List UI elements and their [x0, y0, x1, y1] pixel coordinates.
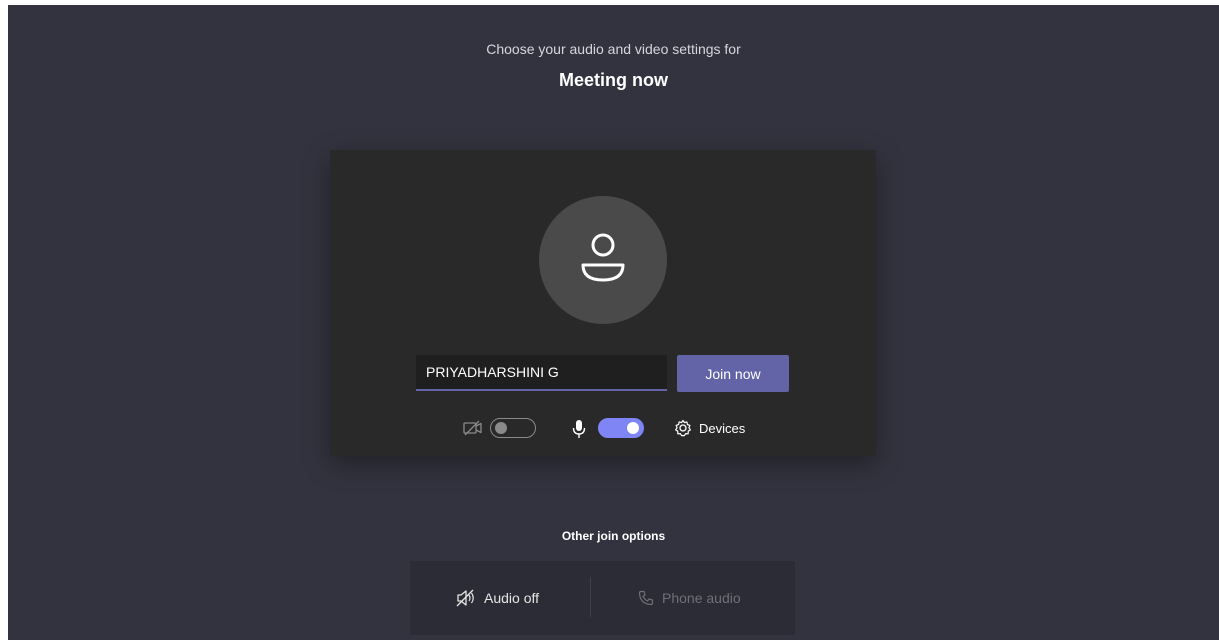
name-input[interactable]: [416, 355, 667, 391]
device-controls: Devices: [330, 416, 876, 442]
other-join-options-label: Other join options: [561, 529, 666, 543]
camera-toggle[interactable]: [490, 418, 536, 438]
join-now-button[interactable]: Join now: [677, 355, 789, 392]
avatar: [539, 196, 667, 324]
options-divider: [590, 577, 591, 617]
audio-off-option[interactable]: Audio off: [456, 561, 539, 635]
camera-toggle-knob: [495, 422, 507, 434]
audio-off-label: Audio off: [484, 590, 540, 606]
microphone-icon: [572, 420, 586, 438]
devices-button[interactable]: Devices: [674, 416, 745, 440]
phone-audio-label: Phone audio: [662, 590, 741, 606]
person-icon: [581, 233, 625, 282]
gear-icon: [675, 419, 691, 437]
prejoin-card: Join now Devices: [330, 150, 876, 456]
settings-subtitle: Choose your audio and video settings for: [486, 41, 741, 57]
phone-audio-option[interactable]: Phone audio: [638, 561, 741, 635]
other-join-options: Audio off Phone audio: [410, 561, 795, 635]
microphone-toggle[interactable]: [598, 418, 644, 438]
phone-icon: [638, 590, 654, 606]
prejoin-screen: Choose your audio and video settings for…: [8, 5, 1219, 640]
microphone-toggle-knob: [627, 422, 639, 434]
devices-label: Devices: [699, 420, 746, 436]
camera-off-icon: [463, 420, 482, 436]
meeting-title: Meeting now: [559, 70, 668, 90]
speaker-off-icon: [456, 589, 474, 607]
